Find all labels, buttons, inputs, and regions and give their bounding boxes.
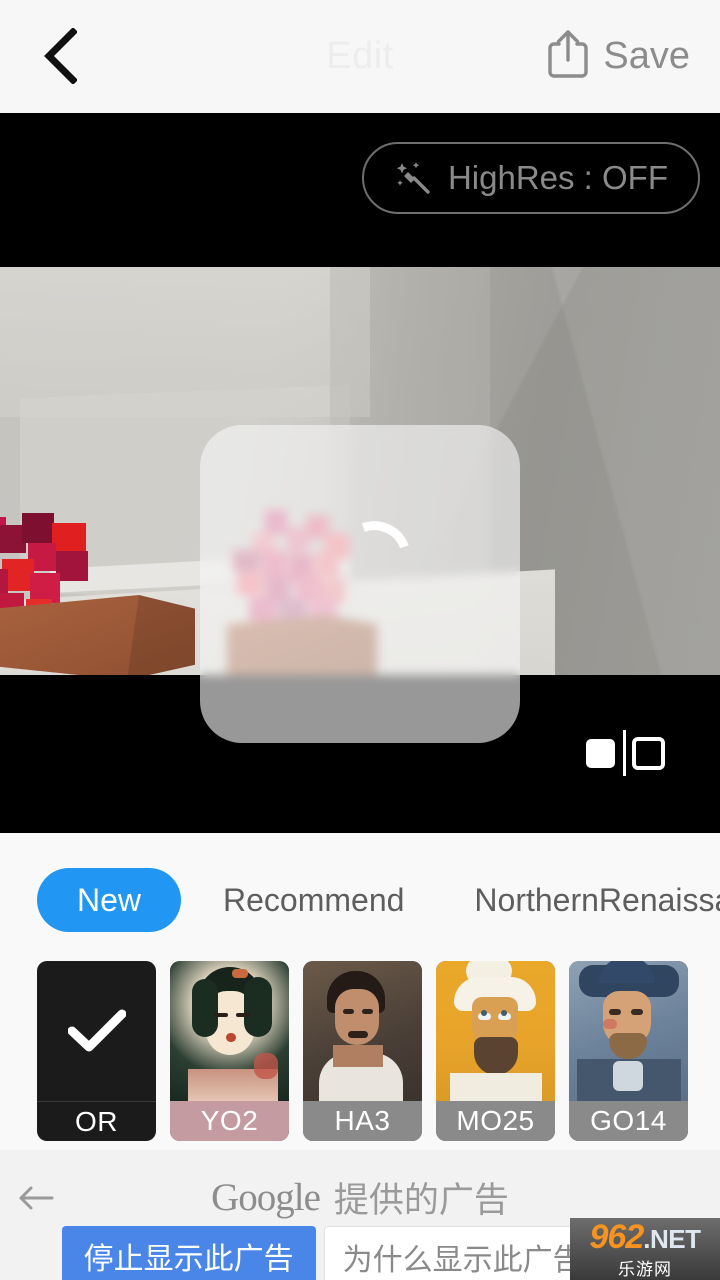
style-thumb-mo25[interactable]: MO25 (436, 961, 555, 1141)
style-thumb-go14[interactable]: GO14 (569, 961, 688, 1141)
loading-spinner-icon (358, 508, 432, 582)
style-preview-art (303, 961, 422, 1107)
style-thumbnail-list[interactable]: OR YO2 HA3 MO25 GO14 (0, 961, 720, 1141)
share-icon (545, 28, 591, 85)
style-thumb-label: OR (37, 1101, 156, 1141)
top-navigation-bar: Edit Save (0, 0, 720, 113)
style-preview-art (170, 961, 289, 1107)
style-category-tabs[interactable]: New Recommend NorthernRenaissan (0, 868, 720, 932)
watermark-domain: .NET (643, 1224, 701, 1254)
style-thumb-label: HA3 (303, 1101, 422, 1141)
highres-label: HighRes : OFF (447, 159, 668, 196)
ad-provider-suffix: 提供的广告 (333, 1181, 509, 1220)
scene-flower-pot-left (0, 507, 200, 675)
style-preview-art (436, 961, 555, 1107)
app-root: Edit Save HighRes: OFF New Recommend No… (0, 0, 720, 1280)
share-button[interactable] (538, 26, 598, 86)
highres-toggle-button[interactable]: HighRes : OFF (361, 142, 700, 214)
tab-new[interactable]: New (37, 868, 182, 932)
check-icon (67, 1009, 126, 1058)
before-after-compare-toggle[interactable] (585, 730, 665, 776)
style-thumb-yo2[interactable]: YO2 (170, 961, 289, 1141)
style-thumb-ha3[interactable]: HA3 (303, 961, 422, 1141)
image-preview-canvas[interactable]: HighRes : OFF (0, 113, 720, 833)
google-ad-banner: Google 提供的广告 停止显示此广告 为什么显示此广告? 962 .NET … (0, 1150, 720, 1280)
why-this-ad-label: 为什么显示此广告? (342, 1244, 600, 1277)
google-logo-text: Google (211, 1176, 321, 1219)
ad-provider-line: Google 提供的广告 (0, 1172, 720, 1223)
style-preview-art (569, 961, 688, 1107)
style-picker-panel: New Recommend NorthernRenaissan OR (0, 833, 720, 1280)
tab-northern-renaissance[interactable]: NorthernRenaissan (446, 868, 720, 932)
style-thumb-label: YO2 (170, 1101, 289, 1141)
watermark-top-row: 962 .NET (590, 1218, 701, 1257)
style-thumb-original[interactable]: OR (37, 961, 156, 1141)
watermark-number: 962 (589, 1218, 645, 1256)
save-button[interactable]: Save (595, 26, 698, 86)
magic-wand-sparkle-icon (394, 158, 434, 198)
style-thumb-label: GO14 (569, 1101, 688, 1141)
watermark-chinese: 乐游网 (618, 1260, 672, 1279)
tab-recommend[interactable]: Recommend (195, 868, 432, 932)
before-after-compare-icon (585, 730, 665, 780)
style-thumb-label: MO25 (436, 1101, 555, 1141)
frosted-processing-overlay (200, 425, 520, 743)
original-check-area (37, 961, 156, 1106)
site-watermark: 962 .NET 乐游网 (570, 1218, 720, 1280)
stop-showing-ad-button[interactable]: 停止显示此广告 (61, 1226, 316, 1280)
